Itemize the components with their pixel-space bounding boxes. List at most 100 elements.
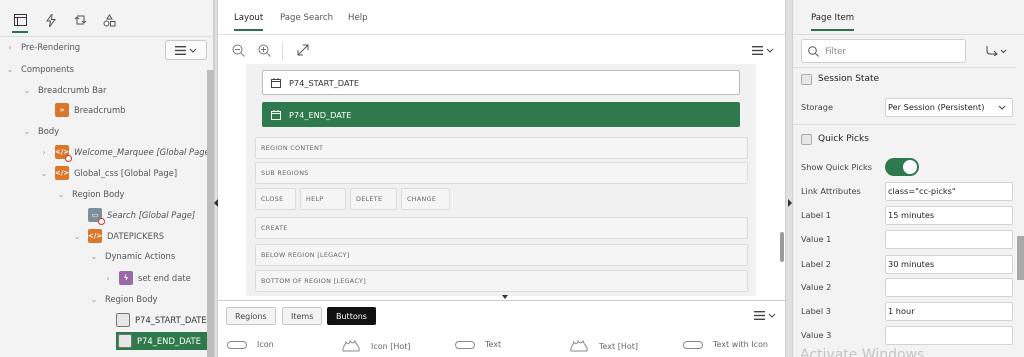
position-region-content[interactable]: REGION CONTENT	[255, 137, 748, 159]
page-item-icon	[118, 334, 132, 348]
gallery-tab-regions[interactable]: Regions	[226, 307, 276, 325]
tree-node-search[interactable]: ▭ Search [Global Page]	[72, 206, 195, 225]
value-1-field[interactable]	[885, 229, 1013, 249]
chevron-down-icon[interactable]: ⌄	[89, 295, 99, 304]
label-2-field[interactable]: 30 minutes	[885, 254, 1013, 274]
go-to-group-button[interactable]	[983, 41, 1009, 61]
right-splitter[interactable]	[785, 0, 793, 357]
tree-node-components[interactable]: ⌄ Components	[5, 60, 74, 78]
tree-node-p74-end-date[interactable]: P74_END_DATE	[116, 332, 207, 350]
property-scrollbar[interactable]	[1017, 236, 1024, 280]
tree-node-datepickers[interactable]: ⌄ </> DATEPICKERS	[72, 227, 164, 245]
rendering-tab[interactable]	[9, 9, 31, 33]
position-create[interactable]: CREATE	[255, 217, 748, 239]
tab-layout[interactable]: Layout	[234, 13, 264, 31]
layout-item-p74-start-date[interactable]: P74_START_DATE	[262, 70, 740, 95]
rendering-icon	[13, 14, 27, 26]
tree-node-p74-start-date[interactable]: P74_START_DATE	[116, 311, 207, 329]
property-label-3: Label 3 1 hour	[801, 301, 1014, 321]
tree-node-dynamic-actions[interactable]: ⌄ Dynamic Actions	[89, 247, 176, 265]
layout-scrollbar[interactable]	[780, 232, 784, 262]
position-close[interactable]: CLOSE	[255, 188, 296, 210]
gallery-button-text-with-icon[interactable]: Text with Icon	[683, 340, 768, 349]
gallery-tab-items[interactable]: Items	[282, 307, 323, 325]
property-storage: Storage Per Session (Persistent)	[801, 97, 1014, 117]
show-quick-picks-toggle[interactable]	[885, 158, 919, 176]
tree-menu-button[interactable]	[165, 40, 207, 60]
lightning-icon	[46, 13, 56, 27]
position-sub-regions[interactable]: SUB REGIONS	[255, 162, 748, 184]
chevron-down-icon[interactable]: ⌄	[22, 86, 32, 95]
label-1-field[interactable]: 15 minutes	[885, 205, 1013, 225]
dynamic-actions-tab[interactable]	[40, 9, 62, 31]
position-delete[interactable]: DELETE	[350, 188, 397, 210]
tree-node-body[interactable]: ⌄ Body	[22, 122, 60, 140]
calendar-icon	[271, 109, 281, 120]
tree-node-region-body[interactable]: ⌄ Region Body	[56, 185, 125, 203]
tree-node-global-css[interactable]: ⌄ </> Global_css [Global Page]	[39, 164, 177, 182]
layout-canvas: P74_START_DATE P74_END_DATE REGION CONTE…	[246, 64, 756, 296]
collapse-icon[interactable]	[801, 133, 812, 145]
layout-item-p74-end-date[interactable]: P74_END_DATE	[262, 102, 740, 127]
code-region-icon: </>	[55, 166, 69, 180]
gallery-button-text[interactable]: Text	[455, 340, 501, 349]
gallery-menu-button[interactable]	[754, 311, 776, 320]
go-to-icon	[986, 46, 998, 56]
zoom-in-button[interactable]	[258, 44, 271, 57]
tree-node-region-body-2[interactable]: ⌄ Region Body	[89, 290, 158, 308]
value-2-field[interactable]	[885, 277, 1013, 297]
filter-field[interactable]	[801, 39, 966, 63]
gallery-button-text-hot[interactable]: Text [Hot]	[569, 340, 638, 352]
position-change[interactable]: CHANGE	[401, 188, 450, 210]
shared-components-tab[interactable]	[98, 9, 120, 31]
tab-help[interactable]: Help	[348, 13, 368, 23]
expand-button[interactable]	[297, 44, 309, 56]
zoom-out-button[interactable]	[232, 44, 245, 57]
processing-tab[interactable]	[69, 9, 91, 31]
tree-node-pre-rendering[interactable]: › Pre-Rendering	[5, 38, 80, 56]
value-3-field[interactable]	[885, 325, 1013, 345]
tab-page-item[interactable]: Page Item	[811, 13, 855, 31]
chevron-right-icon[interactable]: ›	[39, 148, 49, 157]
position-help[interactable]: HELP	[300, 188, 346, 210]
breadcrumb-region-icon: »	[55, 103, 69, 117]
collapse-gallery-icon[interactable]	[502, 295, 508, 299]
link-attributes-field[interactable]: class="cc-picks"	[885, 181, 1013, 201]
collapse-right-icon[interactable]	[788, 199, 792, 207]
group-quick-picks[interactable]: Quick Picks	[801, 129, 1014, 149]
chevron-down-icon[interactable]: ⌄	[72, 232, 82, 241]
chevron-down-icon[interactable]: ⌄	[39, 169, 49, 178]
code-region-icon: </>	[55, 145, 72, 162]
chevron-down-icon[interactable]: ⌄	[22, 127, 32, 136]
storage-select[interactable]: Per Session (Persistent)	[885, 97, 1013, 117]
gallery-button-icon[interactable]: Icon	[227, 340, 274, 349]
chevron-down-icon	[766, 48, 774, 53]
divider	[793, 124, 1016, 125]
zoom-in-icon	[258, 44, 271, 57]
gallery-tab-buttons[interactable]: Buttons	[327, 307, 376, 325]
layout-menu-button[interactable]	[752, 46, 774, 55]
code-region-icon: </>	[88, 229, 102, 243]
filter-input[interactable]	[825, 46, 955, 56]
chevron-right-icon[interactable]: ›	[103, 274, 113, 283]
chevron-down-icon[interactable]: ⌄	[56, 190, 66, 199]
chevron-right-icon[interactable]: ›	[5, 43, 15, 52]
property-label-2: Label 2 30 minutes	[801, 254, 1014, 274]
chevron-down-icon[interactable]: ⌄	[89, 252, 99, 261]
position-below-region[interactable]: BELOW REGION [LEGACY]	[255, 244, 748, 266]
tab-page-search[interactable]: Page Search	[280, 13, 333, 23]
tree-node-welcome-marquee[interactable]: › </> Welcome_Marquee [Global Page]	[39, 143, 213, 162]
tree-scrollbar[interactable]	[207, 70, 214, 357]
collapse-icon[interactable]	[801, 73, 812, 85]
chevron-down-icon[interactable]: ⌄	[5, 65, 15, 74]
gallery-button-icon-hot[interactable]: Icon [Hot]	[341, 340, 411, 352]
group-session-state[interactable]: Session State	[801, 69, 1014, 89]
tree-node-set-end-date[interactable]: › ϟ set end date	[103, 269, 191, 287]
label-3-field[interactable]: 1 hour	[885, 301, 1013, 321]
tree-node-breadcrumb[interactable]: » Breadcrumb	[39, 101, 125, 119]
expand-icon	[297, 44, 309, 56]
flame-icon	[570, 340, 588, 352]
position-bottom-region[interactable]: BOTTOM OF REGION [LEGACY]	[255, 270, 748, 292]
property-editor: Page Item Session State Storage Per Sess…	[793, 0, 1024, 357]
tree-node-breadcrumb-bar[interactable]: ⌄ Breadcrumb Bar	[22, 81, 107, 99]
